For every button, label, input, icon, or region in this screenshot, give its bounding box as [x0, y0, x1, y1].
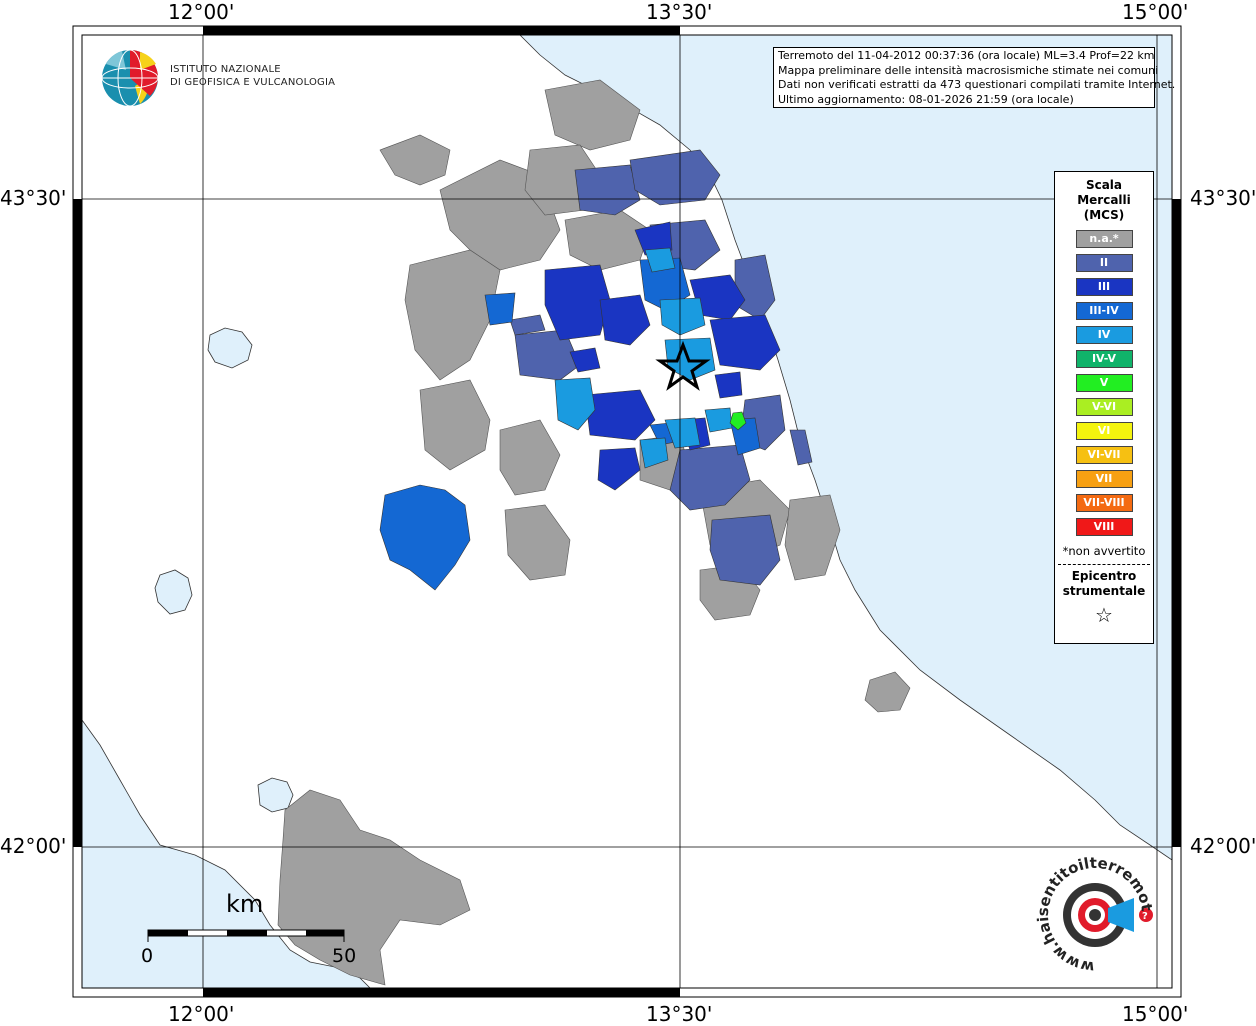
coord-left-1: 43°30'	[0, 186, 67, 210]
legend-item: V	[1075, 374, 1133, 392]
legend-epicenter-label: Epicentro strumentale	[1055, 569, 1153, 599]
scale-unit: km	[226, 890, 264, 918]
coord-bottom-3: 15°00'	[1122, 1002, 1189, 1026]
coord-top-1: 12°00'	[168, 0, 235, 24]
legend-separator	[1058, 564, 1150, 565]
coord-top-2: 13°30'	[646, 0, 713, 24]
coord-right-2: 42°00'	[1190, 834, 1256, 858]
legend-item: VI-VII	[1075, 446, 1133, 464]
legend-title-3: (MCS)	[1083, 208, 1125, 222]
legend-items: n.a.* II III III-IV IV IV-V V V-VI VI VI-VII VII VI…	[1055, 230, 1153, 536]
legend-item: VII-VIII	[1075, 494, 1133, 512]
info-line-1: Terremoto del 11-04-2012 00:37:36 (ora l…	[778, 49, 1155, 62]
scale-start: 0	[141, 945, 154, 967]
legend-item: n.a.*	[1075, 230, 1133, 248]
ingv-line2: DI GEOFISICA E VULCANOLOGIA	[170, 77, 336, 88]
coord-bottom-1: 12°00'	[168, 1002, 235, 1026]
coord-top-3: 15°00'	[1122, 0, 1189, 24]
hsit-logo-text: www.haisentitoilterremoto.it	[1030, 850, 1156, 976]
legend-epi-1: Epicentro	[1071, 569, 1137, 583]
ingv-line1: ISTITUTO NAZIONALE	[170, 64, 281, 75]
legend-item: V-VI	[1075, 398, 1133, 416]
event-info-box: Terremoto del 11-04-2012 00:37:36 (ora l…	[773, 47, 1176, 108]
legend-epi-2: strumentale	[1062, 584, 1146, 598]
svg-text:www.haisentitoilterremoto.it: www.haisentitoilterremoto.it	[1030, 850, 1156, 976]
legend-item: VII	[1075, 470, 1133, 488]
legend-item: III	[1075, 278, 1133, 296]
coord-bottom-2: 13°30'	[646, 1002, 713, 1026]
ingv-globe-icon	[101, 49, 159, 107]
legend-item: VI	[1075, 422, 1133, 440]
legend-title-1: Scala	[1085, 178, 1123, 192]
lake-bracciano	[257, 777, 294, 813]
coord-left-2: 42°00'	[0, 834, 67, 858]
legend-item: IV	[1075, 326, 1133, 344]
legend: Scala Mercalli (MCS) n.a.* II III III-IV IV I…	[1054, 171, 1154, 644]
legend-item: II	[1075, 254, 1133, 272]
info-line-3: Dati non verificati estratti da 473 ques…	[778, 78, 1176, 91]
legend-item: VIII	[1075, 518, 1133, 536]
ingv-logo-text: ISTITUTO NAZIONALE DI GEOFISICA E VULCAN…	[170, 63, 335, 89]
info-line-4: Ultimo aggiornamento: 08-01-2026 21:59 (…	[778, 92, 1074, 106]
coord-right-1: 43°30'	[1190, 186, 1256, 210]
hsit-url: www.haisentitoilterremoto.it	[1030, 850, 1156, 976]
info-line-2: Mappa preliminare delle intensità macros…	[778, 63, 1159, 77]
legend-note: *non avvertito	[1062, 544, 1146, 558]
legend-item: III-IV	[1075, 302, 1133, 320]
legend-star-icon: ☆	[1095, 603, 1113, 627]
legend-item: IV-V	[1075, 350, 1133, 368]
legend-title: Scala Mercalli (MCS)	[1055, 178, 1153, 223]
scale-end: 50	[332, 945, 357, 967]
legend-title-2: Mercalli	[1077, 193, 1131, 207]
